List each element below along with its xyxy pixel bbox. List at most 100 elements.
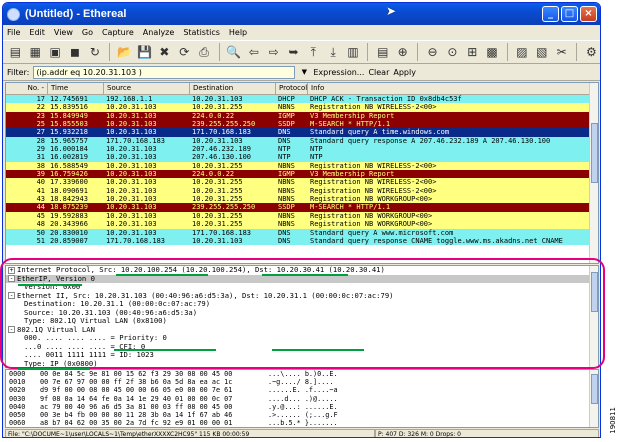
packet-row[interactable]: 50 20.830010 10.20.31.103 171.70.168.183 DNS… [6, 228, 598, 237]
zoom-in-icon[interactable]: ⊕ [394, 43, 411, 61]
scroll-thumb[interactable] [591, 123, 598, 183]
packet-row[interactable]: 40 17.339600 10.20.31.103 10.20.31.255 NBNS R… [6, 178, 598, 187]
options-icon[interactable]: ▦ [27, 43, 44, 61]
scroll-thumb[interactable] [591, 374, 598, 404]
collapse-icon[interactable]: - [8, 326, 15, 333]
save-icon[interactable]: 💾 [136, 43, 153, 61]
detail-row[interactable]: Destination: 10.20.31.1 (00:00:0c:07:ac:… [6, 300, 598, 309]
expand-icon[interactable]: + [8, 266, 15, 274]
detail-row[interactable]: Version: 0x00 [6, 283, 598, 292]
menu-go[interactable]: Go [82, 28, 93, 37]
start-icon[interactable]: ▣ [47, 43, 64, 61]
zoom-out-icon[interactable]: ⊖ [424, 43, 441, 61]
minimize-button[interactable]: _ [542, 6, 559, 22]
packet-cell-info: V3 Membership Report [310, 170, 395, 179]
menu-edit[interactable]: Edit [29, 28, 45, 37]
packet-row[interactable]: 25 15.855503 10.20.31.103 239.255.255.250 SS… [6, 120, 598, 129]
hex-row[interactable]: 0000 00 0e 84 5c 9e 81 00 15 62 f3 29 30 … [6, 370, 598, 378]
restart-icon[interactable]: ↻ [86, 43, 103, 61]
close-button[interactable]: × [580, 6, 597, 22]
open-icon[interactable]: 📂 [116, 43, 133, 61]
coloring-rules-icon[interactable]: ▧ [533, 43, 550, 61]
prefs-icon[interactable]: ✂ [553, 43, 570, 61]
bytes-scrollbar[interactable] [589, 370, 598, 427]
packet-row[interactable]: 45 19.592883 10.20.31.103 10.20.31.255 NBNS R… [6, 211, 598, 221]
zoom-normal-icon[interactable]: ⊙ [444, 43, 461, 61]
collapse-icon[interactable]: - [8, 275, 15, 282]
hex-row[interactable]: 0040 ac 79 00 40 96 a6 d5 3a 81 00 03 ff … [6, 403, 598, 411]
packet-row[interactable]: 39 16.759426 10.20.31.103 224.0.0.22 IGMP V3 … [6, 170, 598, 179]
colorize-icon[interactable]: ▥ [345, 43, 362, 61]
hex-row[interactable]: 0010 00 7e 67 97 00 00 ff 2f 38 b6 0a 5d … [6, 378, 598, 386]
details-scrollbar[interactable] [589, 266, 598, 367]
packet-row[interactable]: 48 20.343966 10.20.31.103 10.20.31.255 NBNS R… [6, 220, 598, 229]
scroll-thumb[interactable] [591, 272, 598, 312]
packet-bytes-pane[interactable]: 0000 00 0e 84 5c 9e 81 00 15 62 f3 29 30 … [5, 369, 599, 428]
help-icon[interactable]: ⚙ [583, 43, 600, 61]
column-header-protocol[interactable]: Protocol [276, 83, 308, 94]
find-icon[interactable]: 🔍 [225, 43, 242, 61]
resize-icon[interactable]: ⊞ [464, 43, 481, 61]
menu-analyze[interactable]: Analyze [143, 28, 175, 37]
column-header-time[interactable]: Time [48, 83, 104, 94]
last-icon[interactable]: ⤓ [325, 43, 342, 61]
capture-filter-icon[interactable]: ▩ [484, 43, 501, 61]
hex-row[interactable]: 0020 d9 9f 00 00 08 00 45 00 00 66 05 e0 … [6, 386, 598, 394]
reload-icon[interactable]: ⟳ [176, 43, 193, 61]
packet-list-scrollbar[interactable] [589, 83, 598, 263]
autoscroll-icon[interactable]: ▤ [374, 43, 391, 61]
packet-row[interactable]: 43 18.842943 10.20.31.103 10.20.31.255 NBNS R… [6, 195, 598, 204]
packet-row[interactable]: 27 15.932218 10.20.31.103 171.70.168.183 DNS… [6, 128, 598, 137]
packet-row[interactable]: 29 16.000184 10.20.31.103 207.46.232.189 NTP… [6, 145, 598, 154]
stop-icon[interactable]: ◼ [67, 43, 84, 61]
packet-row[interactable]: 44 18.875239 10.20.31.103 239.255.255.250 SS… [6, 203, 598, 212]
menu-statistics[interactable]: Statistics [183, 28, 220, 37]
column-header-source[interactable]: Source [104, 83, 190, 94]
back-icon[interactable]: ⇦ [245, 43, 262, 61]
detail-row[interactable]: - Ethernet II, Src: 10.20.31.103 (00:40:9… [6, 292, 598, 301]
collapse-icon[interactable]: - [8, 292, 15, 299]
packet-cell-src: 10.20.31.103 [106, 178, 157, 187]
column-header-destination[interactable]: Destination [190, 83, 276, 94]
packet-list[interactable]: No. - Time Source Destination Protocol I… [5, 82, 599, 264]
print-icon[interactable]: ⎙ [196, 43, 213, 61]
detail-row[interactable]: .... 0011 1111 1111 = ID: 1023 [6, 351, 598, 360]
maximize-button[interactable]: □ [561, 6, 578, 22]
clear-button[interactable]: Clear [368, 68, 389, 77]
detail-row[interactable]: -802.1Q Virtual LAN [6, 326, 598, 335]
menu-help[interactable]: Help [229, 28, 247, 37]
hex-row[interactable]: 0050 00 3e b4 fb 00 00 80 11 28 3b 0a 14 … [6, 411, 598, 419]
hex-row[interactable]: 0030 9f 08 0a 14 64 fe 0a 14 1e 29 40 01 … [6, 395, 598, 403]
packet-row[interactable]: 22 15.839516 10.20.31.103 10.20.31.255 NBNS R… [6, 103, 598, 112]
display-filter-icon[interactable]: ▨ [513, 43, 530, 61]
first-icon[interactable]: ⤒ [305, 43, 322, 61]
detail-row[interactable]: 000. .... .... .... = Priority: 0 [6, 334, 598, 343]
title-bar[interactable]: (Untitled) - Ethereal _ □ × [3, 3, 600, 25]
close-file-icon[interactable]: ✖ [156, 43, 173, 61]
filter-dropdown-icon[interactable]: ▼ [299, 66, 309, 79]
packet-row[interactable]: 38 16.588549 10.20.31.103 10.20.31.255 NBNS R… [6, 161, 598, 171]
apply-button[interactable]: Apply [393, 68, 416, 77]
display-filter-input[interactable] [33, 65, 296, 79]
menu-view[interactable]: View [54, 28, 73, 37]
hex-row[interactable]: 0060 a8 b7 04 62 00 35 00 2a 7d fc 92 e9 … [6, 419, 598, 427]
packet-row[interactable]: 28 15.965757 171.70.168.183 10.20.31.103 DNS… [6, 136, 598, 146]
goto-icon[interactable]: ➥ [285, 43, 302, 61]
packet-row[interactable]: 23 15.849949 10.20.31.103 224.0.0.22 IGMP V3 … [6, 111, 598, 121]
detail-row[interactable]: Source: 10.20.31.103 (00:40:96:a6:d5:3a) [6, 309, 598, 318]
interfaces-icon[interactable]: ▤ [7, 43, 24, 61]
packet-row[interactable]: 51 20.859007 171.70.168.183 10.20.31.103 DNS… [6, 236, 598, 246]
menu-capture[interactable]: Capture [102, 28, 134, 37]
forward-icon[interactable]: ⇨ [265, 43, 282, 61]
menu-file[interactable]: File [7, 28, 20, 37]
packet-row[interactable]: 31 16.002819 10.20.31.103 207.46.130.100 NTP… [6, 153, 598, 162]
expression-button[interactable]: Expression... [313, 68, 364, 77]
detail-row[interactable]: Type: IP (0x0800) [6, 360, 598, 368]
column-header-no[interactable]: No. - [6, 83, 48, 94]
packet-details-pane[interactable]: + Internet Protocol, Src: 10.20.100.254 (… [5, 265, 599, 368]
packet-row[interactable]: 41 18.090691 10.20.31.103 10.20.31.255 NBNS R… [6, 186, 598, 196]
column-header-info[interactable]: Info [308, 83, 598, 94]
packet-row[interactable]: 17 12.745691 192.168.1.1 10.20.31.103 DHCP DH… [6, 95, 598, 104]
detail-row[interactable]: Type: 802.1Q Virtual LAN (0x8100) [6, 317, 598, 326]
hex-row[interactable]: 007000 00 00 00 00 00 04 74 69 6d 65 07 … [6, 427, 598, 428]
